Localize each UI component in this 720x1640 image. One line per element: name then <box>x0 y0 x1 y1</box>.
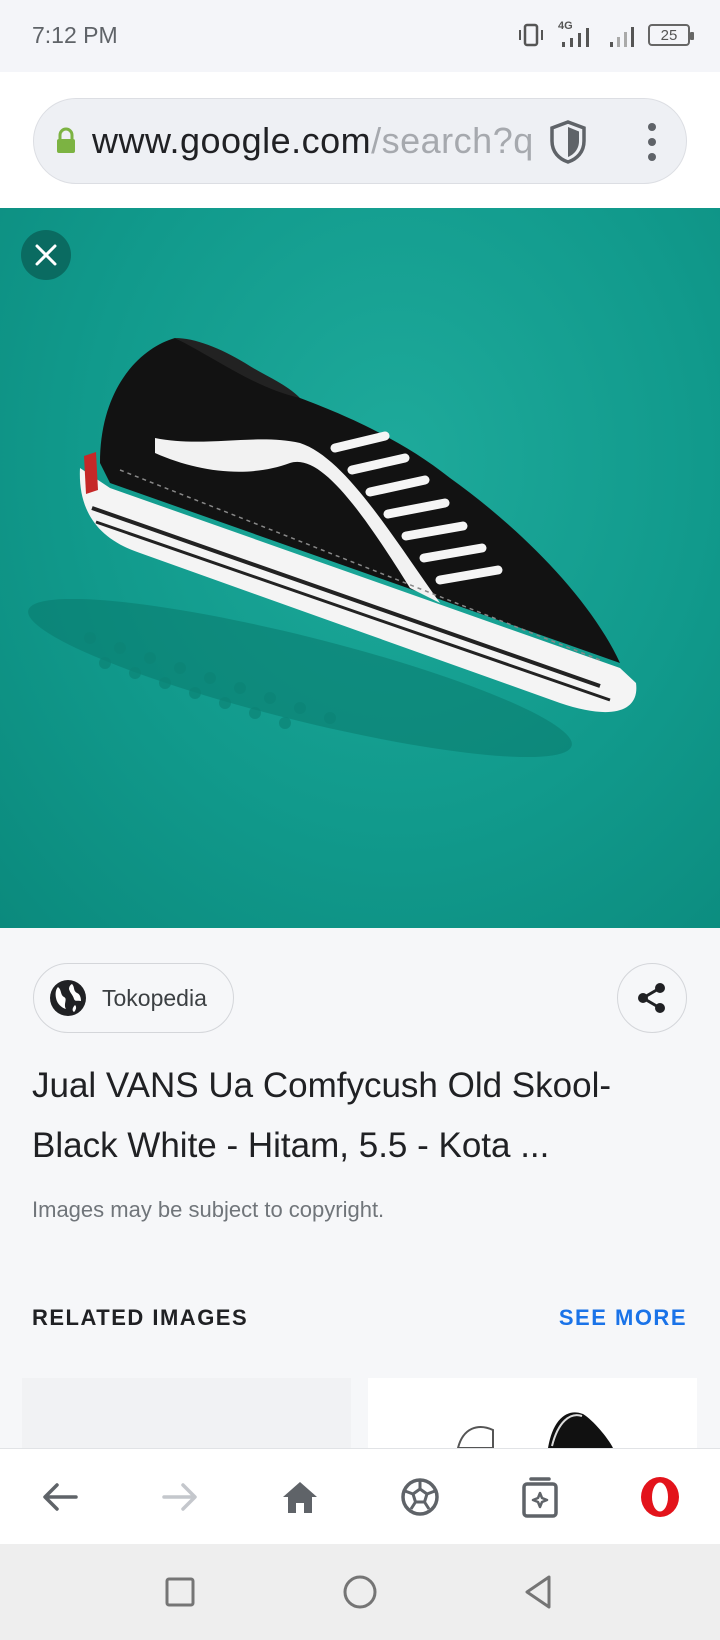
close-icon <box>35 244 57 266</box>
see-more-link[interactable]: SEE MORE <box>559 1305 687 1331</box>
vibrate-icon <box>519 23 543 47</box>
forward-icon <box>162 1483 197 1511</box>
tabs-icon <box>522 1477 558 1518</box>
source-label: Tokopedia <box>102 984 207 1011</box>
home-icon <box>283 1482 317 1513</box>
battery-icon: 25 <box>648 24 694 46</box>
url-host: www.google.com <box>92 120 372 161</box>
system-home-button[interactable] <box>336 1568 384 1616</box>
status-icons: 4G 25 <box>516 20 694 48</box>
browser-bottom-nav <box>0 1448 720 1544</box>
copyright-note: Images may be subject to copyright. <box>32 1197 385 1222</box>
back-button[interactable] <box>32 1469 88 1525</box>
tabs-button[interactable] <box>512 1469 568 1525</box>
opera-menu-button[interactable] <box>632 1469 688 1525</box>
source-chip[interactable]: Tokopedia <box>33 963 234 1033</box>
recents-icon <box>165 1577 195 1607</box>
sports-button[interactable] <box>392 1469 448 1525</box>
screen: 7:12 PM 4G 25 www.google.com/search?q To… <box>0 0 720 1640</box>
related-images-heading: RELATED IMAGES <box>32 1305 249 1330</box>
share-icon <box>638 983 665 1013</box>
image-viewer[interactable] <box>0 208 720 928</box>
battery-level: 25 <box>660 26 678 44</box>
lock-icon <box>57 127 75 153</box>
back-icon <box>43 1483 78 1511</box>
opera-icon <box>641 1477 679 1517</box>
soccer-ball-icon <box>401 1478 439 1516</box>
shoe-image <box>28 338 637 758</box>
related-image-thumbnail[interactable] <box>22 1378 351 1448</box>
status-bar: 7:12 PM 4G 25 <box>0 0 720 72</box>
back-triangle-icon <box>525 1575 551 1609</box>
home-circle-icon <box>343 1575 377 1609</box>
close-button[interactable] <box>21 230 71 280</box>
related-image-thumbnail[interactable] <box>368 1378 697 1448</box>
system-nav-bar <box>0 1544 720 1640</box>
network-signal: 4G <box>558 20 596 48</box>
browser-toolbar: www.google.com/search?q <box>0 72 720 208</box>
share-button[interactable] <box>617 963 687 1033</box>
forward-button[interactable] <box>152 1469 208 1525</box>
shoe-thumbnail-image <box>456 1412 613 1448</box>
url-text[interactable]: www.google.com/search?q <box>92 120 540 162</box>
recents-button[interactable] <box>156 1568 204 1616</box>
more-vert-icon[interactable] <box>644 121 660 163</box>
signal-icon <box>562 28 589 47</box>
result-title[interactable]: Jual VANS Ua Comfycush Old Skool-Black W… <box>32 1056 682 1176</box>
signal-icon-secondary <box>610 27 634 47</box>
home-button[interactable] <box>272 1469 328 1525</box>
system-back-button[interactable] <box>514 1568 562 1616</box>
shield-icon[interactable] <box>547 119 589 165</box>
url-path: /search?q <box>371 120 534 161</box>
status-time: 7:12 PM <box>32 22 118 48</box>
address-bar[interactable]: www.google.com/search?q <box>33 98 687 184</box>
globe-icon <box>50 980 86 1016</box>
